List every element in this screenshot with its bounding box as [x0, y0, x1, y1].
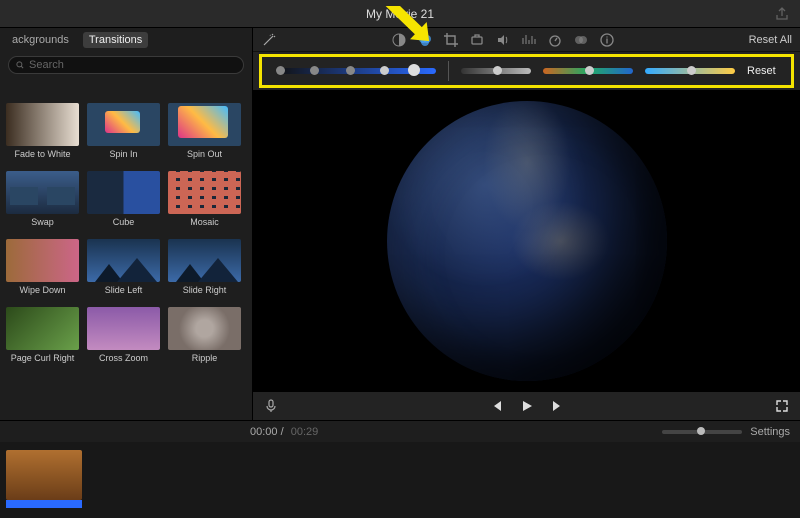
info-icon[interactable]: [599, 32, 615, 48]
transition-item[interactable]: Page Curl Right: [6, 307, 79, 369]
fullscreen-icon[interactable]: [774, 398, 790, 414]
exposure-slider[interactable]: [276, 68, 436, 74]
tab-transitions[interactable]: Transitions: [83, 32, 148, 48]
time-sep: /: [278, 426, 287, 438]
preview-panel: Reset All Reset: [253, 28, 800, 420]
tab-backgrounds[interactable]: ackgrounds: [6, 32, 75, 48]
transition-label: Cross Zoom: [99, 353, 148, 363]
playhead-time: 00:00: [250, 426, 278, 438]
reset-all-button[interactable]: Reset All: [749, 34, 792, 46]
clip-filter-icon[interactable]: [573, 32, 589, 48]
contrast-slider[interactable]: [461, 68, 531, 74]
video-viewer[interactable]: [253, 90, 800, 392]
saturation-slider[interactable]: [543, 68, 633, 74]
settings-button[interactable]: Settings: [750, 426, 790, 438]
enhance-icon[interactable]: [261, 32, 277, 48]
transition-item[interactable]: Cross Zoom: [87, 307, 160, 369]
search-placeholder: Search: [29, 59, 64, 71]
transition-label: Cube: [113, 217, 135, 227]
transition-item[interactable]: Fade to White: [6, 103, 79, 165]
transition-item[interactable]: Slide Right: [168, 239, 241, 301]
color-correction-icon[interactable]: [417, 32, 433, 48]
stabilization-icon[interactable]: [469, 32, 485, 48]
transition-label: Ripple: [192, 353, 218, 363]
play-icon[interactable]: [519, 398, 535, 414]
media-browser: ackgrounds Transitions Search Fade to Wh…: [0, 28, 253, 420]
reset-button[interactable]: Reset: [747, 65, 776, 77]
transition-item[interactable]: Spin In: [87, 103, 160, 165]
transition-item[interactable]: Swap: [6, 171, 79, 233]
share-icon[interactable]: [774, 6, 790, 22]
transition-item[interactable]: Wipe Down: [6, 239, 79, 301]
timeline-clip[interactable]: [6, 450, 82, 500]
transition-label: Spin Out: [187, 149, 222, 159]
transition-item[interactable]: Slide Left: [87, 239, 160, 301]
color-correction-controls: Reset: [259, 54, 794, 88]
transition-label: Swap: [31, 217, 54, 227]
prev-frame-icon[interactable]: [489, 398, 505, 414]
search-input[interactable]: Search: [8, 56, 244, 74]
timeline[interactable]: [0, 442, 800, 518]
transition-item[interactable]: Spin Out: [168, 103, 241, 165]
search-icon: [15, 60, 25, 70]
speed-icon[interactable]: [547, 32, 563, 48]
preview-frame: [387, 101, 667, 381]
transition-label: Mosaic: [190, 217, 219, 227]
window-title: My Movie 21: [366, 7, 434, 21]
next-frame-icon[interactable]: [549, 398, 565, 414]
transition-label: Slide Right: [183, 285, 227, 295]
volume-icon[interactable]: [495, 32, 511, 48]
transition-label: Page Curl Right: [11, 353, 75, 363]
temperature-slider[interactable]: [645, 68, 735, 74]
transition-item[interactable]: Ripple: [168, 307, 241, 369]
transition-label: Wipe Down: [19, 285, 65, 295]
color-balance-icon[interactable]: [391, 32, 407, 48]
transition-item[interactable]: Mosaic: [168, 171, 241, 233]
transition-label: Spin In: [109, 149, 137, 159]
noise-reduction-icon[interactable]: [521, 32, 537, 48]
divider: [448, 61, 449, 81]
transition-item[interactable]: Cube: [87, 171, 160, 233]
voiceover-icon[interactable]: [263, 398, 279, 414]
transition-label: Slide Left: [105, 285, 143, 295]
duration: 00:29: [291, 426, 319, 438]
zoom-slider[interactable]: [662, 430, 742, 434]
crop-icon[interactable]: [443, 32, 459, 48]
transition-label: Fade to White: [14, 149, 70, 159]
